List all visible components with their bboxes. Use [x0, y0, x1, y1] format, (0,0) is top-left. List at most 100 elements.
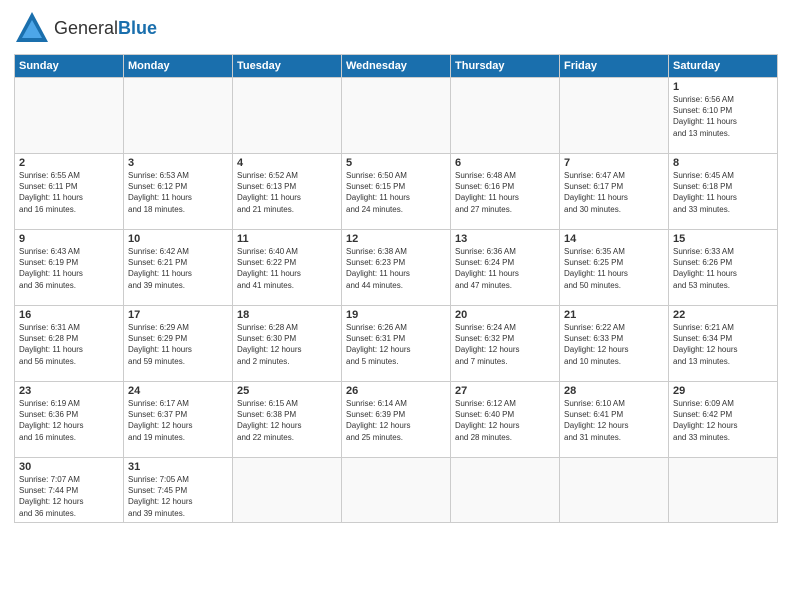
calendar-cell — [124, 78, 233, 154]
day-info: Sunrise: 6:52 AM Sunset: 6:13 PM Dayligh… — [237, 170, 337, 215]
weekday-header-thursday: Thursday — [451, 55, 560, 78]
calendar-week-3: 9Sunrise: 6:43 AM Sunset: 6:19 PM Daylig… — [15, 230, 778, 306]
day-info: Sunrise: 6:43 AM Sunset: 6:19 PM Dayligh… — [19, 246, 119, 291]
day-info: Sunrise: 6:47 AM Sunset: 6:17 PM Dayligh… — [564, 170, 664, 215]
day-info: Sunrise: 6:48 AM Sunset: 6:16 PM Dayligh… — [455, 170, 555, 215]
calendar-cell — [342, 458, 451, 523]
day-info: Sunrise: 7:07 AM Sunset: 7:44 PM Dayligh… — [19, 474, 119, 519]
day-info: Sunrise: 6:55 AM Sunset: 6:11 PM Dayligh… — [19, 170, 119, 215]
day-number: 21 — [564, 309, 664, 321]
calendar-cell: 4Sunrise: 6:52 AM Sunset: 6:13 PM Daylig… — [233, 154, 342, 230]
day-number: 19 — [346, 309, 446, 321]
calendar-cell: 22Sunrise: 6:21 AM Sunset: 6:34 PM Dayli… — [669, 306, 778, 382]
calendar-cell: 20Sunrise: 6:24 AM Sunset: 6:32 PM Dayli… — [451, 306, 560, 382]
calendar-cell: 8Sunrise: 6:45 AM Sunset: 6:18 PM Daylig… — [669, 154, 778, 230]
weekday-header-friday: Friday — [560, 55, 669, 78]
calendar-cell: 14Sunrise: 6:35 AM Sunset: 6:25 PM Dayli… — [560, 230, 669, 306]
weekday-header-saturday: Saturday — [669, 55, 778, 78]
weekday-header-monday: Monday — [124, 55, 233, 78]
calendar-cell: 10Sunrise: 6:42 AM Sunset: 6:21 PM Dayli… — [124, 230, 233, 306]
day-number: 12 — [346, 233, 446, 245]
day-info: Sunrise: 6:15 AM Sunset: 6:38 PM Dayligh… — [237, 398, 337, 443]
calendar-cell — [233, 458, 342, 523]
day-info: Sunrise: 6:45 AM Sunset: 6:18 PM Dayligh… — [673, 170, 773, 215]
calendar-cell: 26Sunrise: 6:14 AM Sunset: 6:39 PM Dayli… — [342, 382, 451, 458]
logo: GeneralBlue — [14, 10, 157, 46]
day-number: 8 — [673, 157, 773, 169]
calendar-cell: 28Sunrise: 6:10 AM Sunset: 6:41 PM Dayli… — [560, 382, 669, 458]
logo-icon — [14, 10, 50, 46]
weekday-header-wednesday: Wednesday — [342, 55, 451, 78]
calendar-cell: 30Sunrise: 7:07 AM Sunset: 7:44 PM Dayli… — [15, 458, 124, 523]
calendar-cell: 15Sunrise: 6:33 AM Sunset: 6:26 PM Dayli… — [669, 230, 778, 306]
day-number: 29 — [673, 385, 773, 397]
day-number: 11 — [237, 233, 337, 245]
calendar-week-2: 2Sunrise: 6:55 AM Sunset: 6:11 PM Daylig… — [15, 154, 778, 230]
day-number: 6 — [455, 157, 555, 169]
calendar-cell: 5Sunrise: 6:50 AM Sunset: 6:15 PM Daylig… — [342, 154, 451, 230]
day-info: Sunrise: 6:28 AM Sunset: 6:30 PM Dayligh… — [237, 322, 337, 367]
day-info: Sunrise: 6:10 AM Sunset: 6:41 PM Dayligh… — [564, 398, 664, 443]
calendar-cell — [342, 78, 451, 154]
calendar-cell: 2Sunrise: 6:55 AM Sunset: 6:11 PM Daylig… — [15, 154, 124, 230]
calendar-cell: 6Sunrise: 6:48 AM Sunset: 6:16 PM Daylig… — [451, 154, 560, 230]
calendar-cell: 19Sunrise: 6:26 AM Sunset: 6:31 PM Dayli… — [342, 306, 451, 382]
calendar-cell — [233, 78, 342, 154]
calendar-cell: 16Sunrise: 6:31 AM Sunset: 6:28 PM Dayli… — [15, 306, 124, 382]
day-info: Sunrise: 6:14 AM Sunset: 6:39 PM Dayligh… — [346, 398, 446, 443]
day-number: 28 — [564, 385, 664, 397]
day-info: Sunrise: 6:24 AM Sunset: 6:32 PM Dayligh… — [455, 322, 555, 367]
day-number: 26 — [346, 385, 446, 397]
day-number: 31 — [128, 461, 228, 473]
weekday-header-tuesday: Tuesday — [233, 55, 342, 78]
day-info: Sunrise: 6:21 AM Sunset: 6:34 PM Dayligh… — [673, 322, 773, 367]
day-info: Sunrise: 6:56 AM Sunset: 6:10 PM Dayligh… — [673, 94, 773, 139]
day-number: 1 — [673, 81, 773, 93]
calendar-cell: 25Sunrise: 6:15 AM Sunset: 6:38 PM Dayli… — [233, 382, 342, 458]
logo-text: GeneralBlue — [54, 18, 157, 39]
day-info: Sunrise: 6:12 AM Sunset: 6:40 PM Dayligh… — [455, 398, 555, 443]
day-info: Sunrise: 6:09 AM Sunset: 6:42 PM Dayligh… — [673, 398, 773, 443]
day-info: Sunrise: 6:40 AM Sunset: 6:22 PM Dayligh… — [237, 246, 337, 291]
day-number: 4 — [237, 157, 337, 169]
day-number: 9 — [19, 233, 119, 245]
day-info: Sunrise: 6:22 AM Sunset: 6:33 PM Dayligh… — [564, 322, 664, 367]
calendar-cell: 3Sunrise: 6:53 AM Sunset: 6:12 PM Daylig… — [124, 154, 233, 230]
calendar-cell: 31Sunrise: 7:05 AM Sunset: 7:45 PM Dayli… — [124, 458, 233, 523]
calendar-cell: 29Sunrise: 6:09 AM Sunset: 6:42 PM Dayli… — [669, 382, 778, 458]
page: GeneralBlue SundayMondayTuesdayWednesday… — [0, 0, 792, 612]
calendar-cell — [15, 78, 124, 154]
calendar-cell: 18Sunrise: 6:28 AM Sunset: 6:30 PM Dayli… — [233, 306, 342, 382]
day-number: 18 — [237, 309, 337, 321]
day-info: Sunrise: 6:31 AM Sunset: 6:28 PM Dayligh… — [19, 322, 119, 367]
logo-area: GeneralBlue — [14, 10, 157, 46]
day-info: Sunrise: 6:29 AM Sunset: 6:29 PM Dayligh… — [128, 322, 228, 367]
calendar-week-6: 30Sunrise: 7:07 AM Sunset: 7:44 PM Dayli… — [15, 458, 778, 523]
day-number: 22 — [673, 309, 773, 321]
calendar-week-4: 16Sunrise: 6:31 AM Sunset: 6:28 PM Dayli… — [15, 306, 778, 382]
day-number: 27 — [455, 385, 555, 397]
calendar-cell — [560, 458, 669, 523]
day-number: 10 — [128, 233, 228, 245]
day-info: Sunrise: 6:50 AM Sunset: 6:15 PM Dayligh… — [346, 170, 446, 215]
calendar-cell — [451, 78, 560, 154]
day-info: Sunrise: 6:26 AM Sunset: 6:31 PM Dayligh… — [346, 322, 446, 367]
calendar-cell: 1Sunrise: 6:56 AM Sunset: 6:10 PM Daylig… — [669, 78, 778, 154]
calendar-cell: 11Sunrise: 6:40 AM Sunset: 6:22 PM Dayli… — [233, 230, 342, 306]
day-number: 25 — [237, 385, 337, 397]
day-number: 16 — [19, 309, 119, 321]
calendar-cell: 23Sunrise: 6:19 AM Sunset: 6:36 PM Dayli… — [15, 382, 124, 458]
weekday-header-sunday: Sunday — [15, 55, 124, 78]
day-number: 7 — [564, 157, 664, 169]
header: GeneralBlue — [14, 10, 778, 46]
calendar-cell — [669, 458, 778, 523]
day-number: 13 — [455, 233, 555, 245]
day-info: Sunrise: 6:53 AM Sunset: 6:12 PM Dayligh… — [128, 170, 228, 215]
day-number: 17 — [128, 309, 228, 321]
calendar-cell: 21Sunrise: 6:22 AM Sunset: 6:33 PM Dayli… — [560, 306, 669, 382]
calendar-week-5: 23Sunrise: 6:19 AM Sunset: 6:36 PM Dayli… — [15, 382, 778, 458]
calendar-cell — [560, 78, 669, 154]
calendar-cell: 24Sunrise: 6:17 AM Sunset: 6:37 PM Dayli… — [124, 382, 233, 458]
day-number: 3 — [128, 157, 228, 169]
day-number: 2 — [19, 157, 119, 169]
